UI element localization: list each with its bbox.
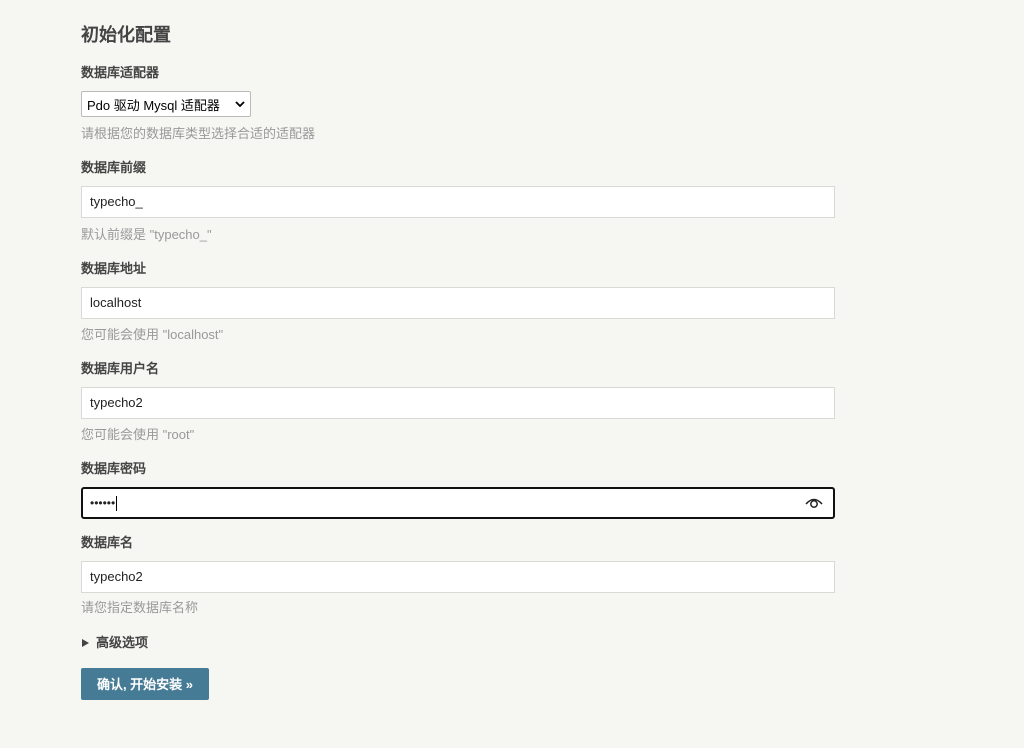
- prefix-input[interactable]: typecho_: [81, 186, 835, 218]
- dbname-hint: 请您指定数据库名称: [81, 600, 199, 615]
- prefix-label: 数据库前缀: [81, 160, 147, 175]
- user-label: 数据库用户名: [81, 361, 160, 376]
- user-input[interactable]: typecho2: [81, 387, 835, 419]
- page-title: 初始化配置: [81, 25, 171, 45]
- submit-install-button[interactable]: 确认, 开始安装 »: [81, 668, 209, 700]
- dbname-input[interactable]: typecho2: [81, 561, 835, 593]
- password-masked-value: ••••••: [90, 496, 116, 510]
- triangle-right-icon: [82, 639, 89, 647]
- user-hint: 您可能会使用 "root": [81, 427, 195, 442]
- host-input[interactable]: localhost: [81, 287, 835, 319]
- adapter-selected-value: Pdo 驱动 Mysql 适配器: [87, 97, 220, 113]
- eye-icon[interactable]: [805, 496, 823, 510]
- dbname-label: 数据库名: [81, 535, 134, 550]
- password-label: 数据库密码: [81, 461, 147, 476]
- adapter-select[interactable]: Pdo 驱动 Mysql 适配器: [81, 91, 251, 117]
- host-hint: 您可能会使用 "localhost": [81, 327, 224, 342]
- adapter-label: 数据库适配器: [81, 65, 160, 80]
- prefix-hint: 默认前缀是 "typecho_": [81, 227, 212, 242]
- chevron-down-icon: [235, 101, 245, 108]
- advanced-options-label: 高级选项: [96, 635, 149, 650]
- password-input[interactable]: ••••••: [81, 487, 835, 519]
- host-label: 数据库地址: [81, 261, 147, 276]
- adapter-hint: 请根据您的数据库类型选择合适的适配器: [81, 126, 316, 141]
- advanced-options-toggle[interactable]: 高级选项: [81, 634, 148, 652]
- text-caret: [116, 496, 118, 512]
